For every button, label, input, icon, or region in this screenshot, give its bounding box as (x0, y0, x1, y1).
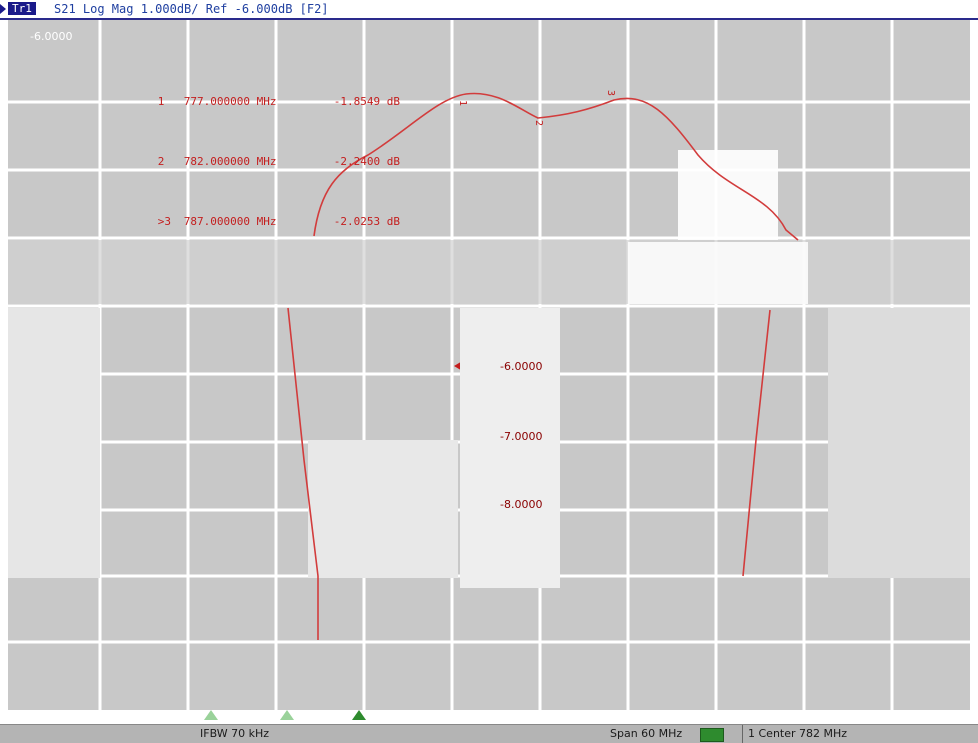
svg-text:3: 3 (605, 90, 616, 96)
marker-number: 1 (157, 95, 165, 108)
ifbw-readout[interactable]: IFBW 70 kHz (200, 726, 269, 742)
marker-3-triangle-icon[interactable] (352, 710, 366, 720)
scale-label-mid-1: -6.0000 (500, 360, 543, 373)
scale-label-mid-3: -8.0000 (500, 498, 543, 511)
marker-number: 2 (157, 155, 165, 168)
marker-readout: 1 777.000000 MHz -1.8549 dB 2 782.000000 MH… (118, 60, 424, 264)
status-bar: IFBW 70 kHz Span 60 MHz 1 Center 782 MHz (0, 724, 978, 743)
marker-frequency: 777.000000 MHz (183, 95, 277, 108)
center-readout[interactable]: 1 Center 782 MHz (748, 726, 847, 742)
scale-panel: -6.0000 -7.0000 -8.0000 (460, 308, 560, 588)
marker-frequency: 787.000000 MHz (183, 215, 277, 228)
marker-value: -2.0253 dB (333, 215, 400, 228)
svg-text:2: 2 (533, 120, 544, 126)
marker-number: >3 (157, 215, 171, 228)
marker-row[interactable]: 1 777.000000 MHz -1.8549 dB (118, 84, 424, 120)
trace-title: S21 Log Mag 1.000dB/ Ref -6.000dB [F2] (54, 2, 329, 16)
svg-text:1: 1 (457, 100, 468, 106)
marker-row[interactable]: >3 787.000000 MHz -2.0253 dB (118, 204, 424, 240)
marker-frequency: 782.000000 MHz (183, 155, 277, 168)
scale-label-mid-2: -7.0000 (500, 430, 543, 443)
trace-title-bar: Tr1 S21 Log Mag 1.000dB/ Ref -6.000dB [F… (0, 0, 978, 20)
status-divider (742, 725, 743, 743)
marker-1-triangle-icon[interactable] (204, 710, 218, 720)
marker-2-triangle-icon[interactable] (280, 710, 294, 720)
channel-status-badge (700, 728, 724, 742)
marker-value: -2.2400 dB (333, 155, 400, 168)
plot-area[interactable]: 1 2 3 -6.0000 -7.0000 -8.0000 -6.0000 1 7… (8, 20, 970, 710)
marker-value: -1.8549 dB (333, 95, 400, 108)
span-readout[interactable]: Span 60 MHz (610, 726, 682, 742)
trace-badge[interactable]: Tr1 (8, 2, 36, 15)
active-trace-arrow-icon (0, 4, 6, 14)
scale-label-top: -6.0000 (30, 30, 73, 43)
marker-row[interactable]: 2 782.000000 MHz -2.2400 dB (118, 144, 424, 180)
